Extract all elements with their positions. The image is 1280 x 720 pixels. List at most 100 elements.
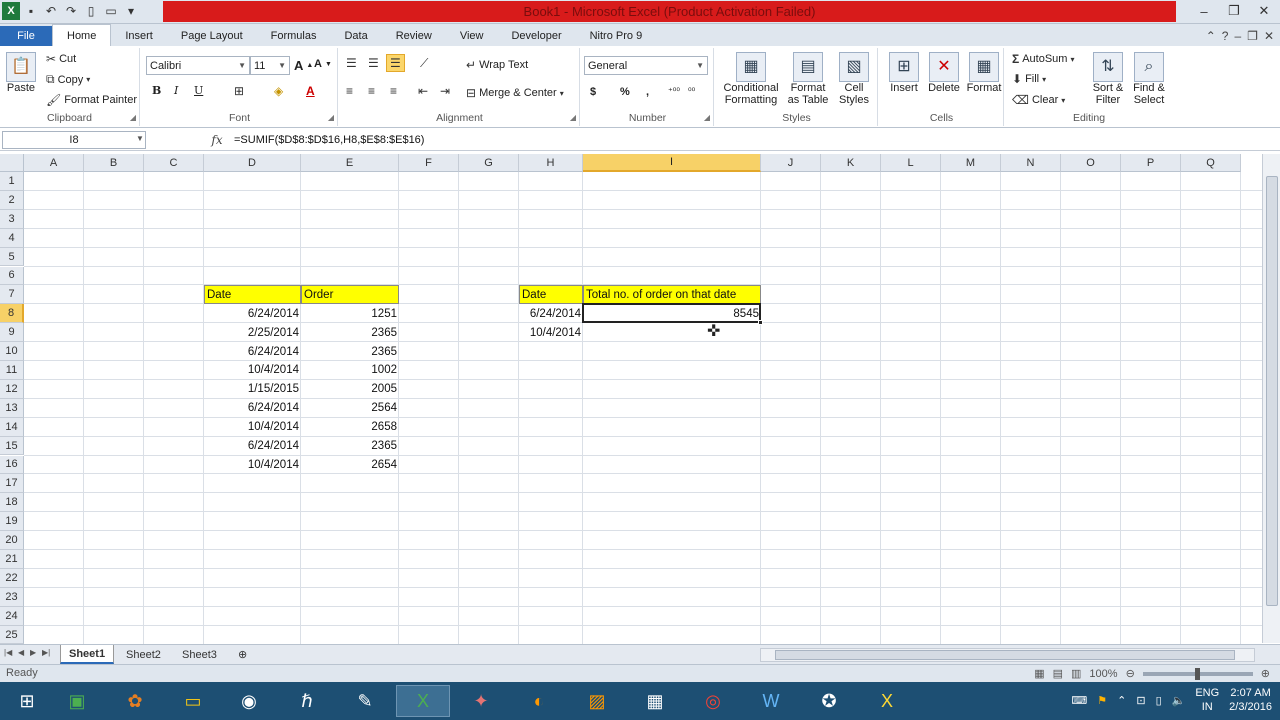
column-header-g[interactable]: G <box>459 154 519 172</box>
taskbar-outlook-icon[interactable]: ▨ <box>570 685 624 717</box>
fill-button[interactable]: ⬇ Fill ▾ <box>1012 72 1046 86</box>
column-header-f[interactable]: F <box>399 154 459 172</box>
row-header-21[interactable]: 21 <box>0 550 24 569</box>
horizontal-scrollbar[interactable] <box>760 648 1255 662</box>
row-header-18[interactable]: 18 <box>0 493 24 513</box>
table1-cell-order[interactable]: 1002 <box>301 361 399 380</box>
tab-file[interactable]: File <box>0 26 52 46</box>
table1-cell-date[interactable]: 2/25/2014 <box>204 323 301 342</box>
worksheet-grid[interactable]: ABCDEFGHIJKLMNOPQ 1 2 3 4 5 6 7 8 9 10 11 12 13 14 15 1… <box>0 154 1262 645</box>
open-file-icon[interactable]: ▭ <box>102 2 120 20</box>
row-header-4[interactable]: 4 <box>0 228 24 248</box>
taskbar-paint-icon[interactable]: ✿ <box>108 685 162 717</box>
currency-button[interactable]: $ <box>590 86 596 98</box>
horizontal-scroll-thumb[interactable] <box>775 650 1235 660</box>
column-header-d[interactable]: D <box>204 154 301 172</box>
column-header-q[interactable]: Q <box>1181 154 1241 172</box>
table1-cell-order[interactable]: 2005 <box>301 380 399 399</box>
decrease-indent-button[interactable]: ⇤ <box>418 84 428 98</box>
row-header-2[interactable]: 2 <box>0 190 24 210</box>
network-icon[interactable]: ⊡ <box>1136 694 1145 707</box>
taskbar-media-icon[interactable]: ◉ <box>222 685 276 717</box>
vertical-scrollbar[interactable] <box>1262 154 1280 643</box>
format-painter-button[interactable]: 🖌 Format Painter <box>46 93 137 107</box>
page-break-view-icon[interactable]: ▥ <box>1071 667 1081 680</box>
table1-cell-date[interactable]: 6/24/2014 <box>204 304 301 323</box>
sheet-tab-sheet2[interactable]: Sheet2 <box>118 645 169 664</box>
fill-color-button[interactable]: ◈ <box>274 84 283 98</box>
tab-formulas[interactable]: Formulas <box>257 26 331 46</box>
tab-developer[interactable]: Developer <box>497 26 575 46</box>
sort-filter-button[interactable]: ⇅ Sort & Filter <box>1088 52 1128 106</box>
row-header-5[interactable]: 5 <box>0 247 24 267</box>
normal-view-icon[interactable]: ▦ <box>1034 667 1044 680</box>
table1-cell-order[interactable]: 2365 <box>301 323 399 342</box>
wrap-text-button[interactable]: ↵ Wrap Text <box>466 58 528 72</box>
fill-handle[interactable] <box>758 320 763 326</box>
align-middle-button[interactable]: ☰ <box>368 56 379 70</box>
row-header-6[interactable]: 6 <box>0 266 24 286</box>
redo-icon[interactable]: ↷ <box>62 2 80 20</box>
row-header-16[interactable]: 16 <box>0 455 24 475</box>
table1-header-order[interactable]: Order <box>301 285 399 305</box>
table1-cell-order[interactable]: 2658 <box>301 418 399 437</box>
row-header-19[interactable]: 19 <box>0 512 24 532</box>
row-header-14[interactable]: 14 <box>0 417 24 437</box>
table1-cell-order[interactable]: 1251 <box>301 304 399 323</box>
table1-cell-order[interactable]: 2365 <box>301 342 399 361</box>
formula-input[interactable]: =SUMIF($D$8:$D$16,H8,$E$8:$E$16) <box>234 131 1264 149</box>
show-hidden-icons-icon[interactable]: ⌃ <box>1117 694 1126 707</box>
sheet-tab-sheet3[interactable]: Sheet3 <box>174 645 225 664</box>
orientation-button[interactable]: ⟋ <box>420 56 428 71</box>
vertical-scroll-thumb[interactable] <box>1266 176 1278 606</box>
taskbar-excel-icon[interactable]: X <box>396 685 450 717</box>
table2-cell-date[interactable]: 10/4/2014 <box>519 323 583 342</box>
table1-cell-order[interactable]: 2564 <box>301 399 399 418</box>
table1-cell-order[interactable]: 2365 <box>301 437 399 456</box>
insert-sheet-icon[interactable]: ⊕ <box>230 645 255 664</box>
align-right-button[interactable]: ≡ <box>390 84 397 98</box>
font-color-button[interactable]: A <box>306 84 315 98</box>
taskbar-word-icon[interactable]: W <box>744 685 798 717</box>
number-format-combo[interactable]: General ▼ <box>584 56 708 75</box>
active-cell-border[interactable] <box>582 303 761 324</box>
conditional-formatting-button[interactable]: ▦ Conditional Formatting <box>720 52 782 106</box>
column-header-n[interactable]: N <box>1001 154 1061 172</box>
taskbar-hp-icon[interactable]: ℏ <box>280 685 334 717</box>
row-header-7[interactable]: 7 <box>0 285 24 305</box>
row-header-25[interactable]: 25 <box>0 625 24 645</box>
cut-button[interactable]: ✂ Cut <box>46 52 76 66</box>
dialog-launcher-icon[interactable]: ◢ <box>704 113 710 122</box>
table1-cell-date[interactable]: 6/24/2014 <box>204 342 301 361</box>
taskbar-x-app-icon[interactable]: X <box>860 685 914 717</box>
column-header-l[interactable]: L <box>881 154 941 172</box>
row-header-17[interactable]: 17 <box>0 474 24 494</box>
bold-button[interactable]: B <box>152 84 161 97</box>
decrease-decimal-button[interactable]: ⁰⁰ <box>688 86 695 97</box>
align-left-button[interactable]: ≡ <box>346 84 353 98</box>
taskbar-folder-icon[interactable]: ▭ <box>166 685 220 717</box>
copy-button[interactable]: ⧉ Copy ▾ <box>46 72 90 87</box>
percent-button[interactable]: % <box>620 86 630 98</box>
tab-data[interactable]: Data <box>330 26 381 46</box>
select-all-button[interactable] <box>0 154 24 172</box>
prev-sheet-icon[interactable]: ◀ <box>18 648 24 657</box>
align-center-button[interactable]: ≡ <box>368 84 375 98</box>
taskbar-firefox-icon[interactable]: ◐ <box>512 685 566 717</box>
increase-decimal-button[interactable]: ⁺⁰⁰ <box>668 86 680 97</box>
format-as-table-button[interactable]: ▤ Format as Table <box>784 52 832 106</box>
column-header-p[interactable]: P <box>1121 154 1181 172</box>
help-icon[interactable]: ? <box>1222 29 1229 43</box>
row-header-8[interactable]: 8 <box>0 304 24 324</box>
delete-cells-button[interactable]: ✕ Delete <box>924 52 964 94</box>
sheet-tab-sheet1[interactable]: Sheet1 <box>60 645 115 664</box>
shrink-font-button[interactable]: A ▼ <box>314 58 332 70</box>
clock[interactable]: 2:07 AM 2/3/2016 <box>1229 686 1272 714</box>
workbook-restore-icon[interactable]: ❐ <box>1247 29 1258 43</box>
row-header-11[interactable]: 11 <box>0 361 24 380</box>
comma-button[interactable]: , <box>646 86 649 98</box>
workbook-close-icon[interactable]: ✕ <box>1264 29 1274 43</box>
restore-button[interactable]: ❐ <box>1222 2 1246 20</box>
grow-font-button[interactable]: A ▲ <box>294 58 313 73</box>
zoom-slider[interactable] <box>1142 667 1253 680</box>
